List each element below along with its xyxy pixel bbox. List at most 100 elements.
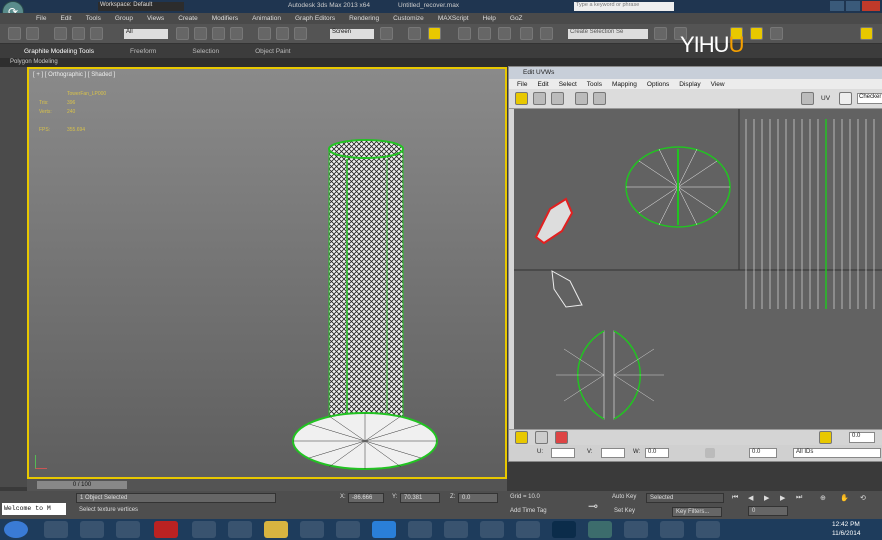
next-frame-icon[interactable]: ▶ — [780, 494, 785, 502]
uv-menu-edit[interactable]: Edit — [537, 81, 548, 88]
select-icon[interactable] — [176, 27, 189, 40]
selection-filter-dropdown[interactable]: All — [124, 29, 168, 39]
toolbar-extra-icon[interactable] — [770, 27, 783, 40]
menu-help[interactable]: Help — [483, 15, 496, 22]
frame-counter[interactable]: 0 / 100 — [37, 481, 127, 489]
snap-icon[interactable] — [408, 27, 421, 40]
rect-select-icon[interactable] — [212, 27, 225, 40]
menu-views[interactable]: Views — [147, 15, 164, 22]
maxscript-listener[interactable]: Welcome to M — [2, 503, 66, 515]
photoshop-icon[interactable] — [552, 521, 576, 538]
menu-edit[interactable]: Edit — [60, 15, 71, 22]
rotate-icon[interactable] — [276, 27, 289, 40]
align-icon[interactable] — [478, 27, 491, 40]
menu-customize[interactable]: Customize — [393, 15, 424, 22]
unlink-icon[interactable] — [72, 27, 85, 40]
set-key-button[interactable]: Set Key — [614, 508, 635, 514]
uv-paint-icon[interactable] — [535, 431, 548, 444]
go-to-start-icon[interactable]: ⏮ — [732, 494, 738, 502]
clock-date[interactable]: 11/6/2014 — [832, 530, 860, 537]
uv-menu-options[interactable]: Options — [647, 81, 669, 88]
start-button-icon[interactable] — [4, 521, 28, 538]
bind-icon[interactable] — [90, 27, 103, 40]
v-field[interactable] — [601, 448, 625, 458]
toolbar-extra2-icon[interactable] — [860, 27, 873, 40]
uv-menu-mapping[interactable]: Mapping — [612, 81, 637, 88]
media-player-icon[interactable] — [300, 521, 324, 538]
folder-icon[interactable] — [264, 521, 288, 538]
uv-freeform-icon[interactable] — [575, 92, 588, 105]
pan-icon[interactable]: ✋ — [840, 494, 849, 502]
menu-modifiers[interactable]: Modifiers — [212, 15, 238, 22]
uv-menu-file[interactable]: File — [517, 81, 527, 88]
filezilla-icon[interactable] — [154, 521, 178, 538]
app-icon-6[interactable] — [624, 521, 648, 538]
tab-object-paint[interactable]: Object Paint — [255, 48, 290, 55]
window-crossing-icon[interactable] — [230, 27, 243, 40]
tab-selection[interactable]: Selection — [192, 48, 219, 55]
go-to-end-icon[interactable]: ⏭ — [796, 494, 802, 502]
angle-snap-icon[interactable] — [428, 27, 441, 40]
orbit-icon[interactable]: ⟲ — [860, 494, 866, 502]
render-icon[interactable] — [750, 27, 763, 40]
w-field[interactable]: 0.0 — [645, 448, 669, 458]
auto-key-button[interactable]: Auto Key — [612, 494, 636, 500]
move-icon[interactable] — [258, 27, 271, 40]
named-selection-dropdown[interactable]: Create Selection Se — [568, 29, 648, 39]
uv-editor-canvas[interactable] — [514, 109, 882, 429]
uv-zoom-icon[interactable] — [819, 431, 832, 444]
uv-rotate-icon[interactable] — [533, 92, 546, 105]
dropbox-icon[interactable] — [372, 521, 396, 538]
current-frame-field[interactable]: 0 — [748, 506, 788, 516]
app-icon-5[interactable] — [516, 521, 540, 538]
menu-tools[interactable]: Tools — [86, 15, 101, 22]
menu-maxscript[interactable]: MAXScript — [438, 15, 469, 22]
viewport-orthographic[interactable]: [ + ] [ Orthographic ] [ Shaded ] TowerF… — [27, 67, 507, 479]
uv-islands[interactable] — [514, 109, 882, 429]
reference-coordinate-dropdown[interactable]: Screen — [330, 29, 374, 39]
tab-freeform[interactable]: Freeform — [130, 48, 156, 55]
y-coordinate[interactable]: 70.381 — [400, 493, 440, 503]
uv-spin-field[interactable]: 0.0 — [849, 432, 875, 443]
uv-menu-tools[interactable]: Tools — [587, 81, 602, 88]
schematic-icon[interactable] — [540, 27, 553, 40]
layer-icon[interactable] — [498, 27, 511, 40]
mirror-icon[interactable] — [458, 27, 471, 40]
ie-icon[interactable] — [80, 521, 104, 538]
zoom-icon[interactable]: ⊕ — [820, 494, 826, 502]
undo-icon[interactable] — [8, 27, 21, 40]
link-icon[interactable] — [54, 27, 67, 40]
uv-color-icon[interactable] — [555, 431, 568, 444]
search-input[interactable]: Type a keyword or phrase — [574, 2, 674, 11]
menu-group[interactable]: Group — [115, 15, 133, 22]
lock-icon[interactable] — [705, 448, 715, 458]
maximize-icon[interactable] — [846, 1, 860, 11]
uv-menu-view[interactable]: View — [711, 81, 725, 88]
uv-scale-icon[interactable] — [551, 92, 564, 105]
close-icon[interactable] — [862, 1, 880, 11]
menu-file[interactable]: File — [36, 15, 46, 22]
play-icon[interactable]: ▶ — [764, 494, 769, 502]
uv-title[interactable]: Edit UVWs — [509, 67, 882, 79]
all-ids-dropdown[interactable]: All IDs — [793, 448, 881, 458]
workspace-dropdown[interactable]: Workspace: Default — [98, 2, 184, 11]
monitor-icon[interactable] — [228, 521, 252, 538]
u-field[interactable] — [551, 448, 575, 458]
uv-move-icon[interactable] — [515, 92, 528, 105]
scale-icon[interactable] — [294, 27, 307, 40]
uv-mirror-icon[interactable] — [593, 92, 606, 105]
add-time-tag[interactable]: Add Time Tag — [510, 508, 547, 514]
z-coordinate[interactable]: 0.0 — [458, 493, 498, 503]
select-by-name-icon[interactable] — [194, 27, 207, 40]
tab-graphite-modeling[interactable]: Graphite Modeling Tools — [24, 48, 94, 55]
uv-weld-icon[interactable] — [515, 431, 528, 444]
paint-icon[interactable] — [192, 521, 216, 538]
menu-graph-editors[interactable]: Graph Editors — [295, 15, 335, 22]
app-icon-2[interactable] — [408, 521, 432, 538]
app-icon-1[interactable] — [336, 521, 360, 538]
firefox-icon[interactable] — [44, 521, 68, 538]
tower-fan-mesh[interactable] — [29, 69, 505, 477]
clock-time[interactable]: 12:42 PM — [832, 521, 860, 528]
menu-goz[interactable]: GoZ — [510, 15, 523, 22]
material-editor-icon[interactable] — [654, 27, 667, 40]
